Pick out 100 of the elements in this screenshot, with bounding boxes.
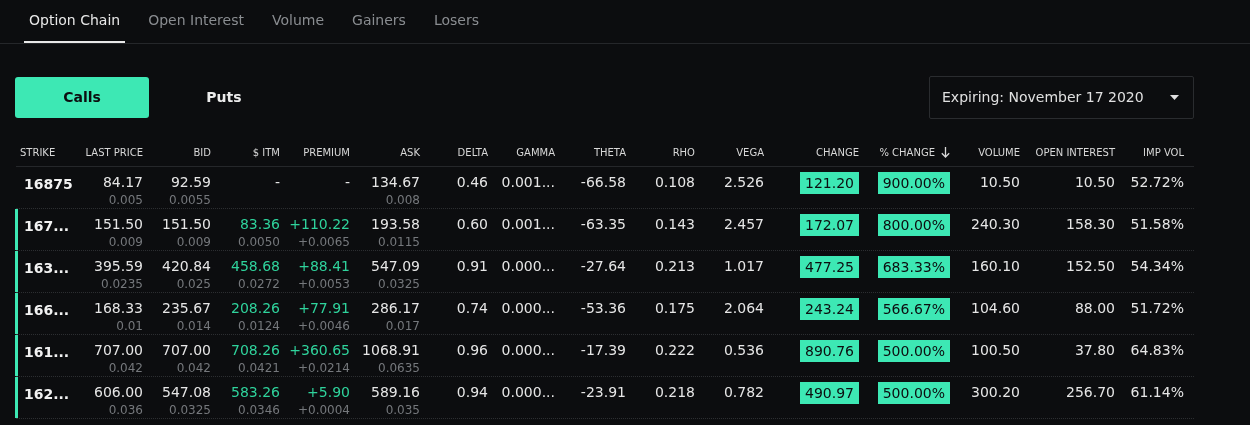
table-cell-text: 1.017 <box>723 257 764 276</box>
table-cell-text: 54.34% <box>1130 257 1184 276</box>
table-cell-text: 589.16 <box>371 383 420 402</box>
column-header[interactable]: $ ITM <box>252 144 280 160</box>
table-cell-text: 61.14% <box>1130 383 1184 402</box>
table-cell-text: 10.50 <box>979 173 1020 192</box>
sub-value: +0.0214 <box>297 360 350 376</box>
table-cell-text: 208.26 <box>231 299 280 318</box>
table-cell-text: 0.175 <box>654 299 695 318</box>
table-cell-text: 0.94 <box>456 383 488 402</box>
sub-value: 0.0235 <box>101 276 143 292</box>
table-cell-text: 0.000... <box>501 383 555 402</box>
sub-value: 0.0272 <box>238 276 280 292</box>
column-header[interactable]: THETA <box>593 144 626 160</box>
column-header[interactable]: OPEN INTEREST <box>1035 144 1115 160</box>
table-cell-text: 51.72% <box>1130 299 1184 318</box>
table-cell-text: 160.10 <box>971 257 1020 276</box>
table-cell-text: 158.30 <box>1066 215 1115 234</box>
sub-value: 0.0124 <box>238 318 280 334</box>
table-cell-text: 708.26 <box>231 341 280 360</box>
table-cell-text: 0.001... <box>501 215 555 234</box>
column-header[interactable]: PREMIUM <box>303 144 350 160</box>
percent-change-badge: 566.67% <box>877 298 950 320</box>
change-badge: 477.25 <box>800 256 859 278</box>
table-cell-text: +5.90 <box>307 383 350 402</box>
sub-value: 0.005 <box>108 192 143 208</box>
table-cell-text: 707.00 <box>162 341 211 360</box>
column-header[interactable]: LAST PRICE <box>85 144 143 160</box>
sub-value: 0.008 <box>385 192 420 208</box>
sub-value: +0.0065 <box>297 234 350 250</box>
table-cell-text: 286.17 <box>371 299 420 318</box>
table-cell-text: 240.30 <box>971 215 1020 234</box>
column-header[interactable]: RHO <box>672 144 695 160</box>
table-cell-text: 0.143 <box>654 215 695 234</box>
sub-value: 0.009 <box>108 234 143 250</box>
table-cell-text: 51.58% <box>1130 215 1184 234</box>
table-cell-text: -63.35 <box>580 215 626 234</box>
table-cell-text: 0.96 <box>456 341 488 360</box>
table-cell-text: 300.20 <box>971 383 1020 402</box>
tab[interactable]: Volume <box>266 0 330 43</box>
table-cell-text: 88.00 <box>1074 299 1115 318</box>
column-header[interactable]: IMP VOL <box>1143 144 1184 160</box>
table-cell-text: 92.59 <box>170 173 211 192</box>
strike-cell: 163... <box>24 260 70 276</box>
table-cell-text: 193.58 <box>371 215 420 234</box>
table-cell-text: 168.33 <box>94 299 143 318</box>
table-cell-text: 0.213 <box>654 257 695 276</box>
table-cell-text: 0.000... <box>501 341 555 360</box>
table-cell-text: 0.108 <box>654 173 695 192</box>
table-cell-text: -53.36 <box>580 299 626 318</box>
table-cell-text: +88.41 <box>298 257 350 276</box>
table-cell-text: 0.46 <box>456 173 488 192</box>
table-cell-text: -17.39 <box>580 341 626 360</box>
tab[interactable]: Open Interest <box>143 0 249 43</box>
change-badge: 172.07 <box>800 214 859 236</box>
table-cell-text: 0.222 <box>654 341 695 360</box>
sub-value: 0.0050 <box>238 234 280 250</box>
sub-value: 0.0346 <box>238 402 280 418</box>
column-header[interactable]: BID <box>193 144 211 160</box>
table-cell-text: 235.67 <box>162 299 211 318</box>
strike-cell: 161... <box>24 344 70 360</box>
table-cell-text: 256.70 <box>1066 383 1115 402</box>
table-cell-text: 134.67 <box>371 173 420 192</box>
sub-value: 0.017 <box>385 318 420 334</box>
tab[interactable]: Gainers <box>347 0 411 43</box>
sub-value: 0.014 <box>176 318 211 334</box>
tab[interactable]: Option Chain <box>24 0 126 43</box>
table-cell-text: 0.74 <box>456 299 488 318</box>
table-cell-text: 0.536 <box>723 341 764 360</box>
table-cell-text: 83.36 <box>239 215 280 234</box>
table-cell-text: 2.457 <box>723 215 764 234</box>
strike-cell: 162... <box>24 386 70 402</box>
column-header[interactable]: VOLUME <box>978 144 1020 160</box>
column-header[interactable]: % CHANGE <box>879 144 935 160</box>
sub-value: 0.025 <box>176 276 211 292</box>
table-cell-text: 151.50 <box>162 215 211 234</box>
table-cell-text: 100.50 <box>971 341 1020 360</box>
expiry-dropdown[interactable]: Expiring: November 17 2020 <box>929 76 1194 119</box>
sub-value: 0.0055 <box>169 192 211 208</box>
option-type-button[interactable]: Puts <box>157 77 291 118</box>
sub-value: 0.01 <box>116 318 143 334</box>
table-cell-text: 458.68 <box>231 257 280 276</box>
table-cell-text: -23.91 <box>580 383 626 402</box>
strike-cell: 16875 <box>24 176 73 192</box>
change-badge: 243.24 <box>800 298 859 320</box>
column-header[interactable]: DELTA <box>457 144 488 160</box>
sub-value: 0.035 <box>385 402 420 418</box>
table-cell-text: 547.09 <box>371 257 420 276</box>
sub-value: +0.0053 <box>297 276 350 292</box>
column-header[interactable]: CHANGE <box>816 144 859 160</box>
column-header[interactable]: GAMMA <box>516 144 555 160</box>
table-cell-text: +110.22 <box>289 215 350 234</box>
sub-value: 0.0325 <box>169 402 211 418</box>
tab[interactable]: Losers <box>428 0 484 43</box>
column-header[interactable]: VEGA <box>736 144 764 160</box>
column-header[interactable]: STRIKE <box>20 144 56 160</box>
option-type-button[interactable]: Calls <box>15 77 149 118</box>
table-cell-text: 64.83% <box>1130 341 1184 360</box>
table-cell-text: - <box>344 173 350 192</box>
column-header[interactable]: ASK <box>400 144 420 160</box>
